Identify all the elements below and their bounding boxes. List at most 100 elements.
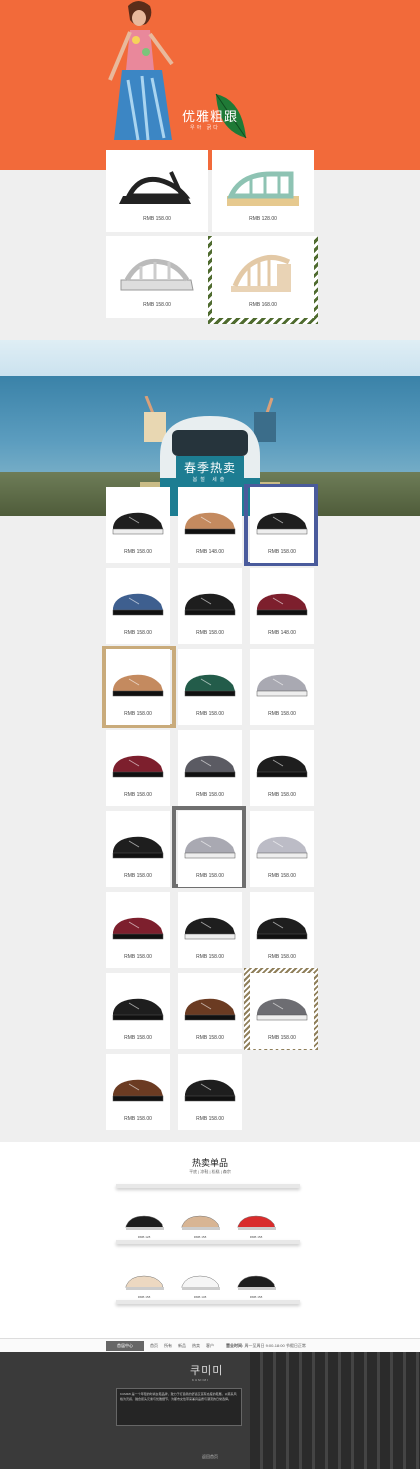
about-box: KUMIMI 是一个年轻的时尚女鞋品牌，致力于打造简约舒适又富有态度的鞋履。以韩… <box>116 1388 242 1426</box>
hot-price: RMB 128 <box>137 1235 151 1239</box>
page: 优雅粗跟 우아 굵다 RMB 158.00 RMB 128.00 RMB 158… <box>0 0 420 1469</box>
silver-lace-oxford-icon <box>256 674 308 697</box>
product-card[interactable]: RMB 158.00 <box>106 487 170 563</box>
footer-brand-sub: KUMIMI <box>192 1378 209 1382</box>
hero-title: 优雅粗跟 <box>182 109 239 124</box>
white-flatform-sandal-icon <box>181 1275 220 1290</box>
product-card[interactable]: RMB 158.00 <box>250 892 314 968</box>
sandals-grid: RMB 158.00 RMB 128.00 RMB 158.00 RMB 168… <box>106 150 318 324</box>
gunmetal-oxford-icon <box>184 755 236 778</box>
tan-strap-loafer-icon <box>112 674 164 697</box>
product-card[interactable]: RMB 158.00 <box>106 730 170 806</box>
back-home-link[interactable]: 返回首页 <box>0 1454 420 1460</box>
price: RMB 168.00 <box>249 302 277 308</box>
red-cutout-flat-icon <box>237 1215 276 1230</box>
hot-product[interactable]: RMB 128 <box>122 1208 166 1239</box>
home-button[interactable]: 首届中心 <box>106 1341 144 1351</box>
tan-loafer-icon <box>184 512 236 535</box>
product-card[interactable]: RMB 158.00 <box>250 649 314 725</box>
product-card[interactable]: RMB 158.00 <box>106 649 170 725</box>
nav-link[interactable]: 首页 <box>150 1342 158 1350</box>
black-patent-platform-icon <box>256 512 308 535</box>
black-white-platform-icon <box>184 917 236 940</box>
black-studded-oxford-icon <box>184 593 236 616</box>
product-card[interactable]: RMB 168.00 <box>212 236 314 318</box>
hot-product[interactable]: RMB 158 <box>234 1268 278 1299</box>
nude-ankle-strap-icon <box>125 1275 164 1290</box>
product-card[interactable]: RMB 158.00 <box>178 973 242 1049</box>
hot-title: 热卖单品 <box>191 1158 228 1168</box>
hero-subtitle: 우아 굵다 <box>190 125 220 131</box>
black-cutout-sandal-icon <box>125 1215 164 1230</box>
nav-link[interactable]: 客户 <box>206 1342 214 1350</box>
product-card[interactable]: RMB 158.00 <box>106 150 208 232</box>
gray-platform-oxford-icon <box>256 998 308 1021</box>
beige-block-sandal-icon <box>181 1215 220 1230</box>
price: RMB 158.00 <box>124 873 152 879</box>
product-card[interactable]: RMB 148.00 <box>178 487 242 563</box>
product-card[interactable]: RMB 158.00 <box>178 811 242 887</box>
black-heel-bootie-icon <box>184 1079 236 1102</box>
footer-nav: 首届中心 首页 所有 新品 热卖 客户 营业时间: 周一至周日 9:00-18:… <box>0 1338 420 1352</box>
price: RMB 158.00 <box>124 711 152 717</box>
price: RMB 158.00 <box>268 711 296 717</box>
hot-price: RMB 158 <box>193 1235 207 1239</box>
price: RMB 158.00 <box>196 792 224 798</box>
silver-platform-oxford-icon <box>184 836 236 859</box>
product-card[interactable]: RMB 158.00 <box>106 973 170 1049</box>
store-shelves <box>250 1352 420 1469</box>
nav-link[interactable]: 热卖 <box>192 1342 200 1350</box>
product-card[interactable]: RMB 158.00 <box>106 1054 170 1130</box>
shelf <box>116 1240 300 1244</box>
product-card[interactable]: RMB 158.00 <box>178 892 242 968</box>
hot-product[interactable]: RMB 158 <box>234 1208 278 1239</box>
product-card[interactable]: RMB 158.00 <box>250 730 314 806</box>
price: RMB 158.00 <box>268 549 296 555</box>
nude-block-heel-sandal-icon <box>231 254 291 292</box>
product-card[interactable]: RMB 158.00 <box>178 649 242 725</box>
product-card[interactable]: RMB 158.00 <box>178 730 242 806</box>
price: RMB 158.00 <box>268 873 296 879</box>
price: RMB 148.00 <box>196 549 224 555</box>
price: RMB 158.00 <box>143 216 171 222</box>
product-card[interactable]: RMB 128.00 <box>212 150 314 232</box>
product-card[interactable]: RMB 158.00 <box>250 487 314 563</box>
price: RMB 158.00 <box>124 1116 152 1122</box>
product-card[interactable]: RMB 158.00 <box>106 568 170 644</box>
brown-zip-bootie-icon <box>184 998 236 1021</box>
hero-banner: 优雅粗跟 우아 굵다 <box>0 0 420 170</box>
product-card[interactable]: RMB 158.00 <box>106 892 170 968</box>
product-card[interactable]: RMB 158.00 <box>106 236 208 318</box>
price: RMB 158.00 <box>196 873 224 879</box>
price: RMB 128.00 <box>249 216 277 222</box>
nav-link[interactable]: 新品 <box>178 1342 186 1350</box>
product-card[interactable]: RMB 158.00 <box>106 811 170 887</box>
price: RMB 158.00 <box>124 954 152 960</box>
hot-product[interactable]: RMB 158 <box>178 1208 222 1239</box>
black-patent-lace-icon <box>256 755 308 778</box>
price: RMB 158.00 <box>268 954 296 960</box>
sky <box>0 340 420 380</box>
hot-product[interactable]: RMB 158 <box>122 1268 166 1299</box>
green-strap-oxford-icon <box>184 674 236 697</box>
product-card[interactable]: RMB 158.00 <box>178 1054 242 1130</box>
blue-denim-oxford-icon <box>112 593 164 616</box>
product-card[interactable]: RMB 158.00 <box>178 568 242 644</box>
black-ankle-boot-icon <box>112 998 164 1021</box>
hot-price: RMB 138 <box>193 1295 207 1299</box>
footer: 쿠미미 KUMIMI KUMIMI 是一个年轻的时尚女鞋品牌，致力于打造简约舒适… <box>0 1352 420 1469</box>
price: RMB 158.00 <box>268 1035 296 1041</box>
hot-product[interactable]: RMB 138 <box>178 1268 222 1299</box>
product-card[interactable]: RMB 148.00 <box>250 568 314 644</box>
model-illustration-icon <box>108 1 174 141</box>
shelf <box>116 1300 300 1304</box>
product-card[interactable]: RMB 158.00 <box>250 973 314 1049</box>
nav-link[interactable]: 所有 <box>164 1342 172 1350</box>
white-platform-sandal-icon <box>120 258 194 291</box>
hot-section: 热卖单品 平底 | 凉鞋 | 松糕 | 森宗 RMB 128 RMB 158 RMB… <box>0 1142 420 1338</box>
hot-price: RMB 158 <box>249 1295 263 1299</box>
price: RMB 158.00 <box>124 630 152 636</box>
price: RMB 158.00 <box>196 630 224 636</box>
product-card[interactable]: RMB 158.00 <box>250 811 314 887</box>
band-title: 春季热卖 봄철 세출 <box>176 456 244 490</box>
